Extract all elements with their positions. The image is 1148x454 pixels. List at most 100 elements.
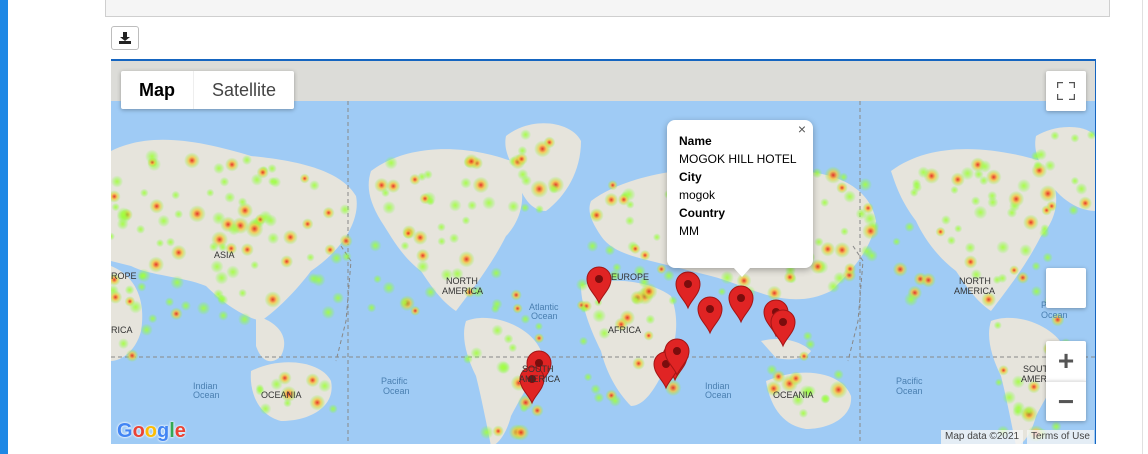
heat-point — [586, 240, 599, 253]
heat-point — [836, 182, 848, 194]
label-indian-ocean-1: Ocean — [193, 390, 220, 400]
heat-point — [892, 261, 908, 277]
heat-point — [950, 185, 959, 195]
heat-point — [482, 196, 496, 210]
heat-point — [1016, 271, 1029, 284]
heat-point — [1033, 160, 1043, 170]
heat-point — [783, 271, 797, 284]
heat-point — [341, 251, 352, 262]
info-window-tail — [733, 267, 751, 277]
minus-icon: − — [1057, 385, 1075, 417]
info-window: × Name MOGOK HILL HOTEL City mogok Count… — [667, 120, 813, 268]
heat-point — [798, 408, 809, 418]
heat-point — [865, 249, 878, 262]
heat-point — [309, 394, 326, 411]
heat-point — [238, 312, 251, 326]
heat-point — [643, 330, 654, 341]
close-icon[interactable]: × — [795, 122, 809, 136]
heat-point — [833, 369, 844, 380]
heat-point — [136, 224, 146, 234]
heat-point — [535, 204, 544, 214]
download-button[interactable] — [111, 26, 139, 50]
heat-point — [206, 188, 215, 197]
heat-point — [508, 343, 518, 353]
heat-point — [811, 167, 823, 179]
heat-point — [632, 357, 645, 370]
download-icon — [119, 32, 131, 44]
fullscreen-button[interactable] — [1046, 71, 1086, 111]
heat-point — [250, 173, 263, 186]
label-north-right: NORTH — [959, 276, 991, 286]
heat-point — [904, 221, 915, 233]
heat-point — [463, 153, 479, 169]
heat-point — [531, 404, 544, 417]
heat-point — [941, 215, 951, 225]
heat-point — [129, 300, 143, 314]
heat-point — [188, 205, 206, 223]
terms-of-use-link[interactable]: Terms of Use — [1027, 430, 1094, 444]
heat-point — [834, 242, 851, 258]
heat-point — [369, 239, 382, 252]
heat-point — [136, 268, 151, 283]
heat-point — [985, 169, 1002, 185]
map-container[interactable]: ROPE ASIA RICA OCEANIA NORTH AMERICA Atl… — [111, 59, 1096, 444]
heat-point — [382, 200, 396, 215]
heat-point — [145, 149, 159, 164]
label-indian-ocean-2: Ocean — [705, 390, 732, 400]
label-europe: EUROPE — [611, 272, 649, 282]
world-map[interactable]: ROPE ASIA RICA OCEANIA NORTH AMERICA Atl… — [111, 61, 1096, 444]
heat-point — [491, 298, 503, 310]
heat-point — [1030, 285, 1043, 297]
heat-point — [165, 237, 176, 247]
heat-point — [583, 372, 593, 382]
heat-point — [534, 322, 544, 331]
heat-point — [460, 177, 472, 189]
info-country-label: Country — [679, 206, 725, 220]
heat-point — [844, 262, 857, 275]
label-america-right: AMERICA — [954, 286, 995, 296]
heat-point — [218, 310, 229, 321]
heat-point — [373, 274, 382, 284]
heat-point — [241, 154, 252, 166]
label-south: SOUTH — [522, 364, 554, 374]
heat-point — [1068, 205, 1079, 216]
heat-point — [814, 237, 824, 247]
heat-point — [448, 199, 462, 212]
right-divider — [1142, 0, 1143, 454]
heat-point — [858, 177, 872, 192]
heat-point — [987, 190, 998, 201]
heat-point — [169, 307, 183, 321]
heat-point — [717, 287, 727, 296]
label-oceania-right: OCEANIA — [773, 390, 814, 400]
label-pacific-ocean-3: Ocean — [1041, 310, 1068, 320]
heat-point — [631, 294, 641, 305]
street-view-pegman[interactable] — [1046, 268, 1086, 308]
heat-point — [520, 314, 531, 324]
heat-point — [171, 190, 181, 200]
heat-point — [437, 222, 446, 232]
info-country-value: MM — [679, 224, 699, 238]
heat-point — [829, 380, 848, 399]
heat-point — [1086, 130, 1095, 140]
heat-point — [470, 347, 483, 360]
info-name-value: MOGOK HILL HOTEL — [679, 152, 797, 166]
zoom-in-button[interactable]: + — [1046, 341, 1086, 381]
heat-point — [264, 291, 282, 308]
heat-point — [998, 365, 1009, 376]
heat-point — [548, 183, 559, 194]
map-type-satellite-button[interactable]: Satellite — [193, 71, 294, 109]
map-type-map-button[interactable]: Map — [121, 71, 193, 109]
heat-point — [224, 191, 236, 203]
heat-point — [1075, 182, 1088, 195]
heat-point — [409, 173, 421, 186]
heat-point — [593, 392, 605, 404]
heat-point — [1002, 390, 1016, 405]
zoom-out-button[interactable]: − — [1046, 381, 1086, 421]
heat-point — [994, 378, 1003, 387]
heat-point — [663, 270, 675, 282]
heat-point — [510, 289, 522, 301]
heat-point — [270, 378, 283, 391]
heat-point — [1039, 227, 1050, 239]
heat-point — [1006, 207, 1018, 218]
heat-point — [820, 198, 830, 208]
